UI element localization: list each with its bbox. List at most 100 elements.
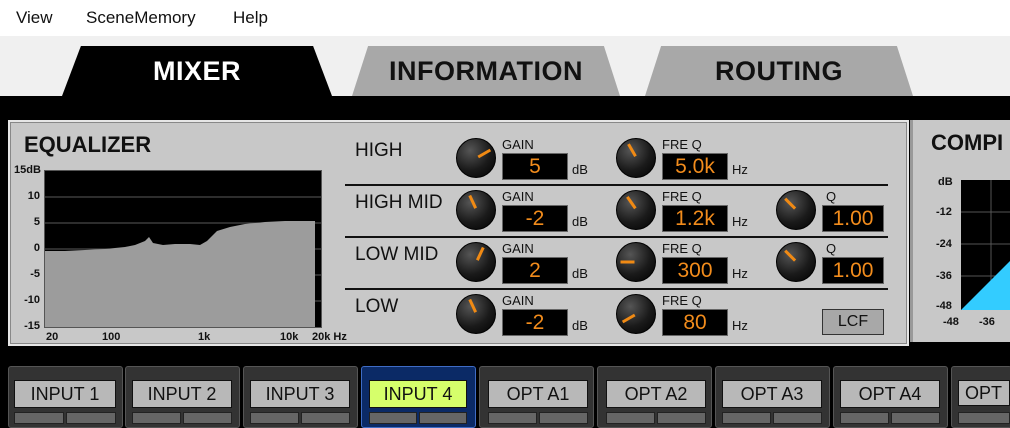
channel-sub-button[interactable] <box>301 412 350 424</box>
low-freq-knob[interactable] <box>616 294 656 334</box>
freq-label: FRE Q <box>662 189 702 204</box>
channel-sub-button[interactable] <box>250 412 299 424</box>
comp-y-tick: -12 <box>936 206 952 218</box>
eq-curve-svg <box>45 196 321 327</box>
channel-sub-button[interactable] <box>958 412 1010 424</box>
comp-y-tick: dB <box>938 176 953 188</box>
channel-sub-button[interactable] <box>773 412 822 424</box>
channel-sub-button[interactable] <box>132 412 181 424</box>
channel-opt-partial[interactable]: OPT <box>958 380 1010 406</box>
comp-y-tick: -36 <box>936 270 952 282</box>
high-mid-freq-value[interactable]: 1.2k <box>662 205 728 232</box>
channel-sub-button[interactable] <box>891 412 940 424</box>
high-mid-gain-value[interactable]: -2 <box>502 205 568 232</box>
low-mid-freq-value[interactable]: 300 <box>662 257 728 284</box>
high-freq-value[interactable]: 5.0k <box>662 153 728 180</box>
freq-label: FRE Q <box>662 137 702 152</box>
tab-routing[interactable]: ROUTING <box>645 46 913 96</box>
low-gain-knob[interactable] <box>456 294 496 334</box>
gain-label: GAIN <box>502 241 534 256</box>
channel-opt-a3[interactable]: OPT A3 <box>722 380 822 408</box>
high-freq-knob[interactable] <box>616 138 656 178</box>
band-divider <box>345 184 888 186</box>
low-freq-value[interactable]: 80 <box>662 309 728 336</box>
channel-sub-button[interactable] <box>369 412 417 424</box>
channel-sub-button[interactable] <box>66 412 116 424</box>
eq-x-tick: 1k <box>198 331 211 343</box>
tab-mixer[interactable]: MIXER <box>62 46 332 96</box>
band-label-low-mid: LOW MID <box>355 244 439 265</box>
knob-indicator <box>626 196 637 210</box>
eq-y-tick: -5 <box>30 268 40 280</box>
menu-scene-memory[interactable]: SceneMemory <box>86 8 196 28</box>
channel-sub-button[interactable] <box>840 412 889 424</box>
high-gain-value[interactable]: 5 <box>502 153 568 180</box>
channel-sub-button[interactable] <box>722 412 771 424</box>
equalizer-panel: EQUALIZER 15dB 10 5 0 -5 -10 -15 20 100 … <box>8 120 909 346</box>
high-mid-q-knob[interactable] <box>776 190 816 230</box>
band-label-high: HIGH <box>355 140 403 161</box>
menu-bar: View SceneMemory Help <box>0 0 1010 36</box>
gain-unit: dB <box>572 214 588 229</box>
eq-y-tick: 10 <box>27 190 40 202</box>
compressor-title: COMPI <box>931 130 1004 155</box>
high-mid-gain-knob[interactable] <box>456 190 496 230</box>
eq-y-tick: 5 <box>33 216 40 228</box>
eq-x-tick: 20 <box>46 331 59 343</box>
freq-unit: Hz <box>732 266 748 281</box>
channel-sub-button[interactable] <box>488 412 537 424</box>
eq-y-tick: 15dB <box>14 164 41 176</box>
compressor-curve-svg <box>961 180 1010 310</box>
comp-x-tick: -36 <box>979 316 995 328</box>
low-gain-value[interactable]: -2 <box>502 309 568 336</box>
tab-underline <box>0 96 1010 118</box>
high-gain-knob[interactable] <box>456 138 496 178</box>
lcf-button[interactable]: LCF <box>822 309 884 335</box>
eq-x-tick: 20k Hz <box>312 331 347 343</box>
compressor-graph[interactable] <box>961 180 1010 310</box>
channel-input-4[interactable]: INPUT 4 <box>369 380 467 408</box>
channel-input-3[interactable]: INPUT 3 <box>250 380 350 408</box>
knob-indicator <box>620 260 635 264</box>
tab-information[interactable]: INFORMATION <box>352 46 620 96</box>
equalizer-title: EQUALIZER <box>24 132 152 157</box>
menu-view[interactable]: View <box>16 8 53 28</box>
comp-y-tick: -24 <box>936 238 952 250</box>
channel-sub-button[interactable] <box>419 412 467 424</box>
channel-sub-button[interactable] <box>183 412 232 424</box>
channel-sub-button[interactable] <box>14 412 64 424</box>
knob-indicator <box>477 148 492 159</box>
low-mid-q-value[interactable]: 1.00 <box>822 257 884 284</box>
eq-response-graph[interactable] <box>44 170 322 328</box>
high-mid-freq-knob[interactable] <box>616 190 656 230</box>
tab-strip: MIXER INFORMATION ROUTING <box>0 36 1010 96</box>
knob-indicator <box>784 249 797 262</box>
channel-sub-button[interactable] <box>657 412 706 424</box>
channel-opt-a4[interactable]: OPT A4 <box>840 380 940 408</box>
menu-help[interactable]: Help <box>233 8 268 28</box>
gain-unit: dB <box>572 266 588 281</box>
eq-y-tick: -15 <box>24 320 40 332</box>
channel-opt-a2[interactable]: OPT A2 <box>606 380 706 408</box>
channel-sub-button[interactable] <box>606 412 655 424</box>
compressor-panel: COMPI dB -12 -24 -36 -48 -48 -36 <box>910 120 1010 342</box>
low-mid-q-knob[interactable] <box>776 242 816 282</box>
channel-input-2[interactable]: INPUT 2 <box>132 380 232 408</box>
low-mid-freq-knob[interactable] <box>616 242 656 282</box>
low-mid-gain-value[interactable]: 2 <box>502 257 568 284</box>
high-mid-q-value[interactable]: 1.00 <box>822 205 884 232</box>
knob-indicator <box>475 246 485 261</box>
eq-x-tick: 10k <box>280 331 299 343</box>
channel-opt-a1[interactable]: OPT A1 <box>488 380 588 408</box>
low-mid-gain-knob[interactable] <box>456 242 496 282</box>
band-label-high-mid: HIGH MID <box>355 192 443 213</box>
channel-input-1[interactable]: INPUT 1 <box>14 380 116 408</box>
knob-indicator <box>468 194 478 209</box>
gain-unit: dB <box>572 318 588 333</box>
knob-indicator <box>621 313 636 324</box>
channel-sub-button[interactable] <box>539 412 588 424</box>
q-label: Q <box>826 189 837 204</box>
knob-indicator <box>627 143 637 158</box>
eq-y-tick: -10 <box>24 294 40 306</box>
freq-unit: Hz <box>732 318 748 333</box>
